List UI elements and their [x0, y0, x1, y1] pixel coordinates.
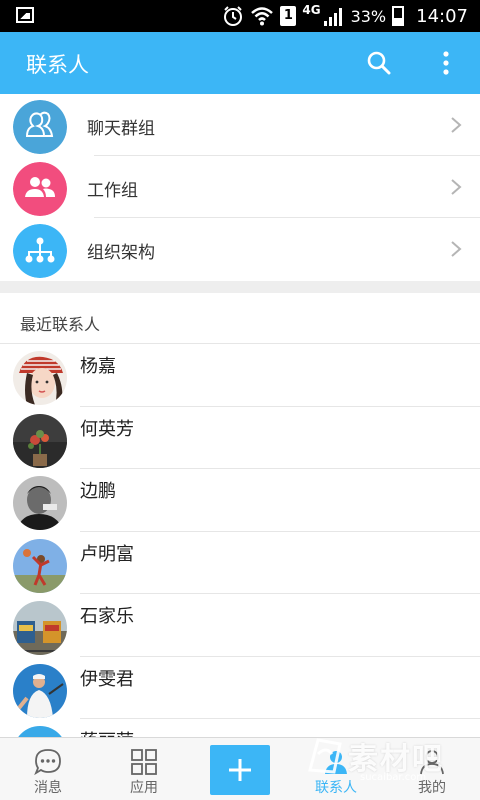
app-bar: 联系人	[0, 32, 480, 94]
page-title: 联系人	[26, 53, 89, 77]
group-item-org-chart[interactable]: 组织架构	[0, 218, 480, 280]
alarm-icon	[224, 6, 243, 26]
bottom-tab-bar: 消息 应用 联系人 我的	[0, 737, 480, 800]
contact-avatar	[13, 538, 67, 593]
recent-contacts-header: 最近联系人	[20, 315, 101, 334]
contact-name: 卢明富	[80, 543, 134, 565]
chat-group-icon	[13, 100, 67, 154]
contact-avatar	[13, 601, 67, 655]
section-separator	[0, 281, 480, 293]
work-group-icon	[13, 162, 67, 216]
group-list: 聊天群组 工作组 组织架构	[0, 94, 480, 280]
contact-row[interactable]: 何英芳	[0, 407, 480, 469]
contact-row[interactable]: 卢明富	[0, 532, 480, 594]
sim-slot-indicator: 1	[280, 6, 297, 26]
contact-avatar	[13, 726, 67, 737]
tab-label: 联系人	[315, 780, 357, 796]
contact-avatar	[13, 663, 67, 718]
tab-label: 应用	[130, 780, 158, 796]
contact-name: 伊雯君	[80, 668, 134, 690]
status-bar: 1 4G 33% 14:07	[0, 0, 480, 32]
tab-profile[interactable]: 我的	[384, 738, 480, 800]
contact-row[interactable]: 杨嘉	[0, 344, 480, 407]
network-type: 4G	[302, 3, 321, 17]
add-button[interactable]	[210, 745, 270, 795]
group-label: 工作组	[87, 181, 138, 201]
tab-apps[interactable]: 应用	[96, 738, 192, 800]
profile-icon	[420, 750, 444, 775]
contact-row[interactable]: 边鹏	[0, 469, 480, 532]
message-icon	[34, 749, 61, 776]
group-label: 组织架构	[87, 243, 155, 263]
contact-name: 何英芳	[80, 418, 134, 440]
group-item-chat-groups[interactable]: 聊天群组	[0, 94, 480, 156]
group-item-work-groups[interactable]: 工作组	[0, 156, 480, 218]
contact-name: 石家乐	[80, 606, 134, 627]
contact-avatar	[13, 413, 67, 468]
chevron-right-icon	[451, 179, 462, 195]
contact-row[interactable]: 石家乐	[0, 594, 480, 657]
tab-contacts[interactable]: 联系人	[288, 738, 384, 800]
chevron-right-icon	[451, 241, 462, 257]
tab-label: 消息	[34, 780, 62, 796]
contacts-icon	[325, 751, 347, 774]
clock: 14:07	[416, 5, 468, 27]
contact-name: 边鹏	[80, 481, 116, 502]
tab-messages[interactable]: 消息	[0, 738, 96, 800]
group-label: 聊天群组	[87, 119, 155, 139]
apps-grid-icon	[131, 749, 157, 775]
tab-label: 我的	[418, 780, 446, 796]
chevron-right-icon	[451, 117, 462, 133]
contact-row[interactable]: 伊雯君	[0, 657, 480, 719]
contact-avatar	[13, 351, 67, 405]
gallery-notification-icon	[16, 7, 34, 23]
plus-icon	[229, 759, 251, 781]
recent-contacts-list: 杨嘉 何英芳 边鹏 卢明富 石家乐 伊雯君	[0, 344, 480, 737]
org-chart-icon	[13, 224, 67, 278]
battery-percent: 33%	[350, 6, 387, 26]
more-vertical-icon[interactable]	[432, 49, 460, 77]
contact-avatar	[13, 476, 67, 530]
status-icons: 1 4G 33% 14:07	[222, 0, 468, 32]
contact-name: 杨嘉	[80, 356, 116, 377]
contact-name: 蒋丽萍	[80, 727, 134, 737]
contact-row[interactable]: 蒋丽萍	[0, 719, 480, 737]
search-icon[interactable]	[365, 49, 393, 77]
wifi-icon	[251, 7, 274, 26]
battery-icon	[392, 6, 405, 26]
signal-icon	[323, 8, 342, 26]
